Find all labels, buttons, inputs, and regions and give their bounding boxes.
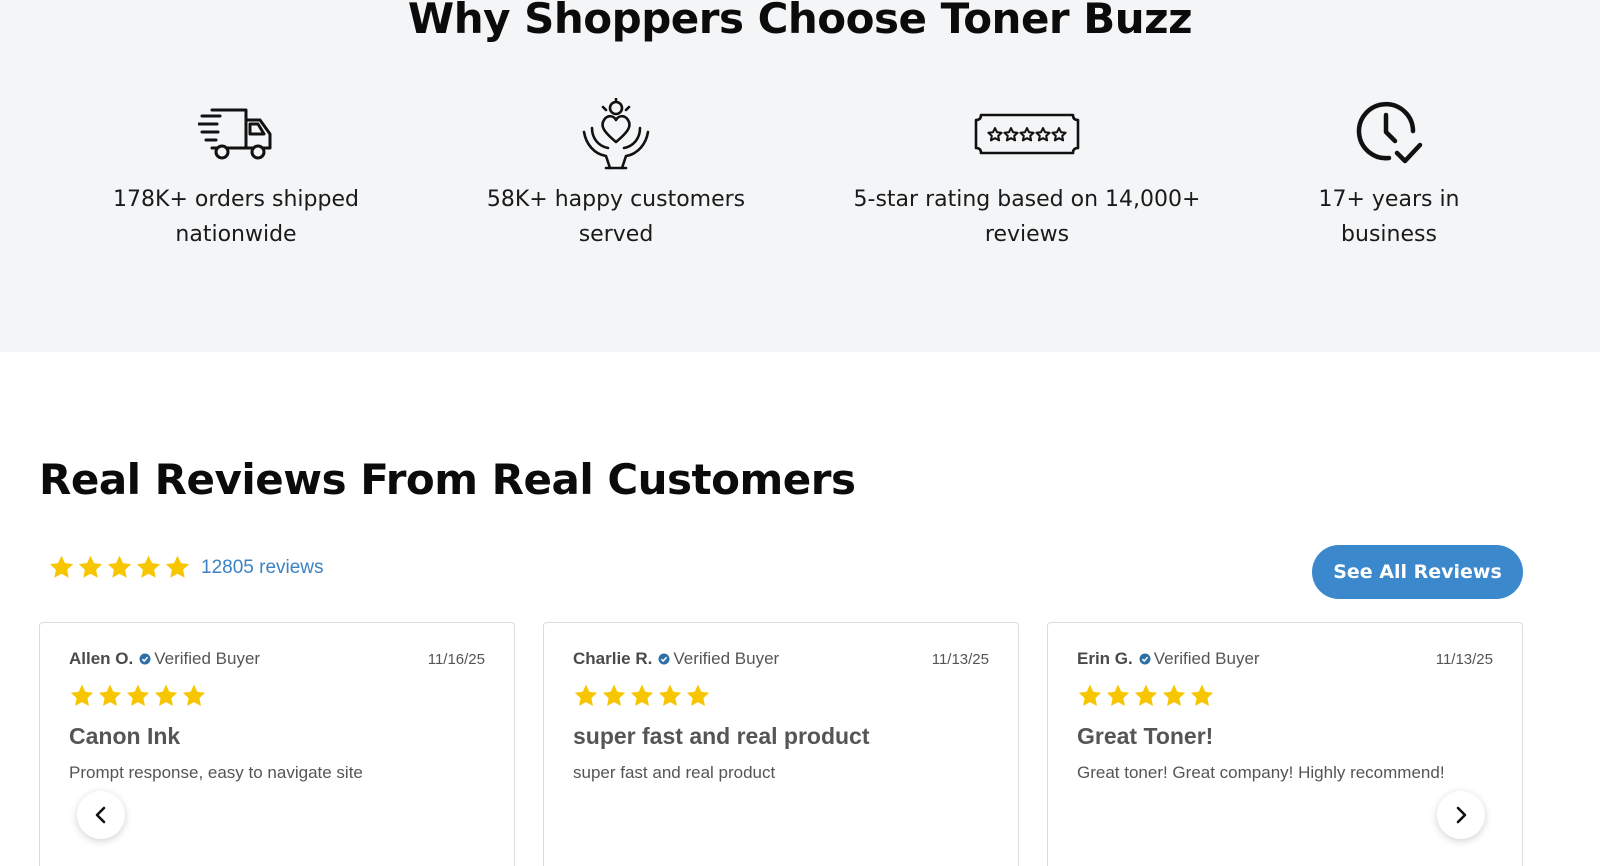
star-icon	[602, 684, 626, 706]
verified-check-icon	[139, 653, 151, 665]
feature-years: 17+ years in business	[1209, 98, 1569, 252]
reviewer-name: Erin G.	[1077, 649, 1133, 668]
carousel-prev-button[interactable]	[77, 791, 125, 839]
summary-stars	[48, 554, 191, 581]
feature-years-line1: 17+ years in	[1318, 187, 1460, 212]
star-icon	[182, 684, 206, 706]
review-stars	[573, 683, 711, 709]
feature-customers-line1: 58K+ happy customers	[486, 187, 746, 212]
verified-buyer-label: Verified Buyer	[154, 649, 261, 668]
feature-orders: 178K+ orders shipped nationwide	[56, 98, 416, 252]
star-icon	[98, 684, 122, 706]
star-icon	[1162, 684, 1186, 706]
star-icon	[107, 555, 132, 578]
review-date: 11/16/25	[427, 650, 485, 668]
review-body: super fast and real product	[573, 763, 776, 782]
feature-customers: 58K+ happy customers served	[436, 98, 796, 252]
star-icon	[1190, 684, 1214, 706]
star-icon	[126, 684, 150, 706]
verified-buyer-label: Verified Buyer	[673, 649, 780, 668]
reviews-summary: 12805 reviews	[48, 554, 324, 581]
feature-rating-line2: reviews	[984, 222, 1070, 247]
feature-orders-line1: 178K+ orders shipped	[113, 187, 359, 212]
reviewer-name: Allen O.	[69, 649, 134, 668]
review-body: Prompt response, easy to navigate site	[69, 763, 363, 782]
star-icon	[1134, 684, 1158, 706]
review-title: Great Toner!	[1077, 723, 1214, 749]
star-icon	[154, 684, 178, 706]
reviews-count-link[interactable]: 12805 reviews	[201, 557, 324, 579]
review-title: super fast and real product	[573, 723, 870, 749]
chevron-right-icon	[1456, 806, 1467, 824]
heart-hands-icon	[436, 98, 796, 170]
why-title: Why Shoppers Choose Toner Buzz	[407, 0, 1193, 43]
star-icon	[70, 684, 94, 706]
review-title: Canon Ink	[69, 723, 181, 749]
reviews-title: Real Reviews From Real Customers	[39, 455, 856, 504]
carousel-next-button[interactable]	[1437, 791, 1485, 839]
star-icon	[165, 555, 190, 578]
star-rating-badge-icon	[847, 98, 1207, 170]
review-stars	[69, 683, 207, 709]
star-icon	[1078, 684, 1102, 706]
review-date: 11/13/25	[1435, 650, 1493, 668]
review-card: Charlie R. Verified Buyer 11/13/25 super…	[543, 622, 1019, 866]
star-icon	[658, 684, 682, 706]
chevron-left-icon	[95, 806, 106, 824]
feature-years-line2: business	[1341, 222, 1437, 247]
star-icon	[49, 555, 74, 578]
clock-check-icon	[1209, 98, 1569, 170]
review-date: 11/13/25	[931, 650, 989, 668]
why-section: Why Shoppers Choose Toner Buzz 178K+ ord…	[0, 0, 1600, 352]
star-icon	[1106, 684, 1130, 706]
star-icon	[630, 684, 654, 706]
review-stars	[1077, 683, 1215, 709]
verified-check-icon	[658, 653, 670, 665]
feature-rating: 5-star rating based on 14,000+ reviews	[847, 98, 1207, 252]
star-icon	[686, 684, 710, 706]
see-all-reviews-button[interactable]: See All Reviews	[1312, 545, 1523, 599]
feature-orders-line2: nationwide	[175, 222, 297, 247]
feature-rating-line1: 5-star rating based on 14,000+	[853, 187, 1201, 212]
review-body: Great toner! Great company! Highly recom…	[1077, 763, 1445, 782]
star-icon	[136, 555, 161, 578]
reviewer-name: Charlie R.	[573, 649, 653, 668]
verified-check-icon	[1139, 653, 1151, 665]
verified-buyer-label: Verified Buyer	[1153, 649, 1260, 668]
star-icon	[574, 684, 598, 706]
feature-customers-line2: served	[578, 222, 654, 247]
star-icon	[78, 555, 103, 578]
delivery-truck-icon	[56, 98, 416, 170]
